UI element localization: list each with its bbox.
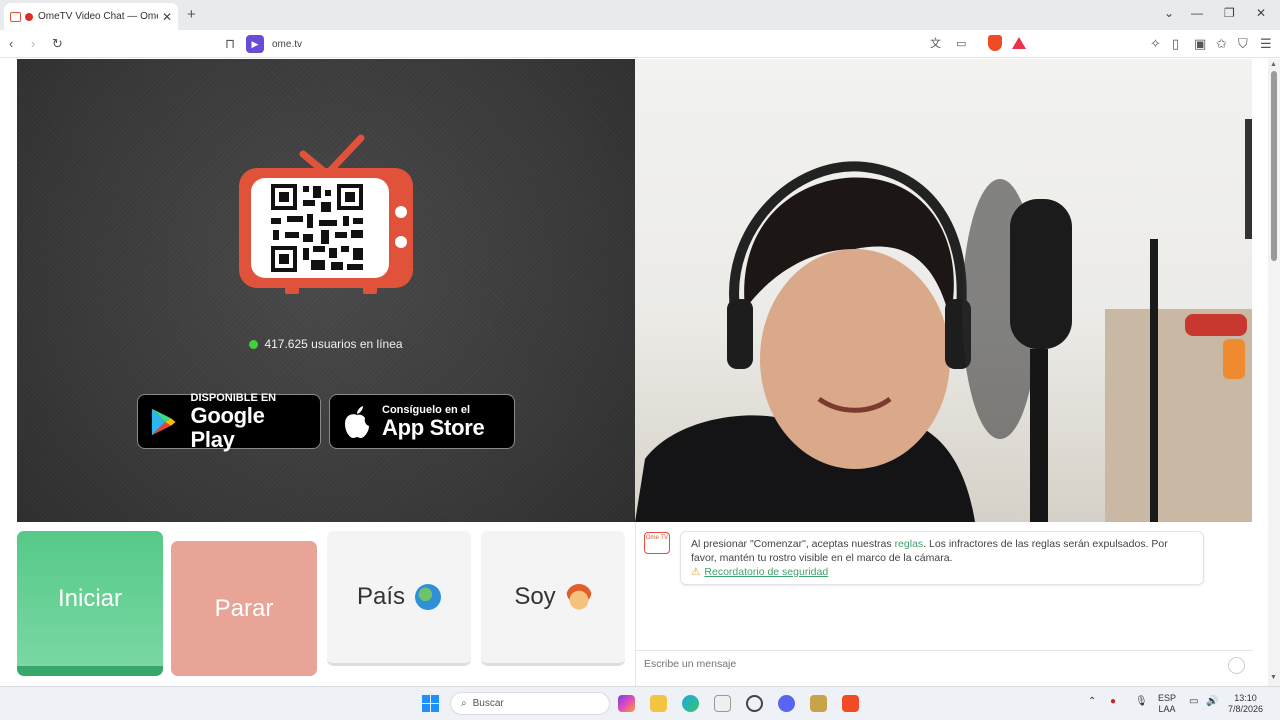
- chat-panel: Ome TV Al presionar "Comenzar", aceptas …: [635, 522, 1253, 686]
- page-scrollbar[interactable]: ▲ ▼: [1268, 59, 1280, 686]
- brave-rewards-icon[interactable]: [1012, 37, 1026, 49]
- minimize-button[interactable]: —: [1191, 6, 1203, 20]
- brave-taskbar-icon[interactable]: [842, 695, 859, 712]
- vpn-icon[interactable]: ⛉: [1238, 36, 1248, 52]
- message-input[interactable]: [644, 658, 1204, 670]
- chat-input-bar: [636, 650, 1253, 680]
- maximize-button[interactable]: ❐: [1224, 6, 1235, 20]
- gender-label: Soy: [514, 583, 556, 610]
- globe-icon: [415, 584, 442, 610]
- clock-date: 7/8/2026: [1228, 704, 1264, 714]
- translate-icon[interactable]: 文: [930, 36, 941, 52]
- close-tab-icon[interactable]: ✕: [162, 10, 172, 24]
- boy-face-icon: [565, 584, 592, 610]
- back-icon[interactable]: ‹: [9, 36, 13, 52]
- tab-search-icon[interactable]: ⌄: [1164, 6, 1174, 20]
- brave-shields-icon[interactable]: [988, 35, 1002, 51]
- clock-time: 13:10: [1234, 693, 1257, 703]
- rules-prefix: Al presionar "Comenzar", aceptas nuestra…: [691, 538, 895, 550]
- tray-app-icon[interactable]: ●: [1110, 696, 1116, 707]
- edge-icon[interactable]: [682, 695, 699, 712]
- users-online-status: 417.625 usuarios en línea: [17, 337, 635, 351]
- start-button[interactable]: Iniciar: [17, 531, 163, 676]
- taskbar-search[interactable]: ⌕ Buscar: [450, 692, 610, 715]
- snipping-tool-icon[interactable]: [746, 695, 763, 712]
- cast-icon[interactable]: ▭: [956, 36, 966, 52]
- windows-taskbar: ⌕ Buscar ⌃ ● 🎙 ESP LAA ▭ 🔊 13:10 7/8/202…: [0, 686, 1280, 720]
- warning-icon: ⚠: [691, 566, 701, 578]
- google-play-big-text: Google Play: [190, 402, 265, 452]
- leo-ai-icon[interactable]: ✩: [1216, 36, 1227, 52]
- country-label: País: [356, 583, 406, 610]
- microsoft-store-icon[interactable]: [714, 695, 731, 712]
- extensions-icon[interactable]: ✧: [1150, 36, 1161, 52]
- self-camera-video: [635, 59, 1252, 522]
- volume-icon[interactable]: 🔊: [1206, 696, 1218, 707]
- google-play-icon: [151, 408, 176, 435]
- tab-strip: OmeTV Video Chat — Omegl ✕ + ⌄ — ❐ ✕: [0, 0, 1280, 30]
- tray-chevron-icon[interactable]: ⌃: [1088, 696, 1096, 707]
- qr-tv-icon: [239, 134, 413, 294]
- clock[interactable]: 13:10 7/8/2026: [1228, 693, 1263, 715]
- tab-title: OmeTV Video Chat — Omegl: [38, 11, 158, 22]
- page: 417.625 usuarios en línea DISPONIBLE EN …: [0, 59, 1280, 686]
- video-site-icon: ▶: [246, 35, 264, 53]
- sidebar-icon[interactable]: ▯: [1172, 36, 1179, 52]
- network-icon[interactable]: ▭: [1189, 696, 1198, 707]
- google-play-small-text: DISPONIBLE EN: [190, 391, 277, 404]
- recording-icon: [25, 12, 33, 21]
- app-store-big-text: App Store: [382, 414, 485, 440]
- forward-icon[interactable]: ›: [31, 36, 35, 52]
- start-label: Iniciar: [57, 584, 123, 612]
- gender-button[interactable]: Soy: [481, 531, 625, 666]
- country-filter-button[interactable]: País: [327, 531, 471, 666]
- search-icon: ⌕: [461, 698, 467, 709]
- google-play-button[interactable]: DISPONIBLE EN Google Play: [137, 391, 321, 452]
- emoji-icon[interactable]: [1228, 657, 1245, 674]
- app-store-small-text: Consíguelo en el: [382, 403, 471, 416]
- wallet-icon[interactable]: ▣: [1194, 36, 1206, 52]
- system-message: Al presionar "Comenzar", aceptas nuestra…: [680, 531, 1204, 585]
- rules-link[interactable]: reglas: [895, 538, 924, 550]
- app-store-button[interactable]: Consíguelo en el App Store: [329, 394, 515, 449]
- safety-reminder-link[interactable]: Recordatorio de seguridad: [704, 566, 828, 578]
- ometv-avatar: Ome TV: [644, 532, 670, 554]
- reload-icon[interactable]: ↻: [52, 36, 63, 52]
- browser-toolbar: ‹ › ↻ ⊓ ▶ ome.tv 文 ▭ ✧ ▯ ▣ ✩ ⛉ ☰: [0, 30, 1280, 58]
- search-placeholder: Buscar: [472, 698, 504, 709]
- menu-icon[interactable]: ☰: [1260, 36, 1272, 52]
- new-tab-button[interactable]: +: [187, 6, 196, 23]
- online-dot-icon: [249, 340, 259, 349]
- language-indicator[interactable]: ESP LAA: [1158, 693, 1176, 715]
- language-code: ESP: [1158, 693, 1177, 703]
- stop-label: Parar: [214, 594, 274, 622]
- tv-favicon-icon: [10, 11, 21, 22]
- address-bar[interactable]: ▶ ome.tv: [246, 33, 1032, 55]
- partner-video-placeholder: 417.625 usuarios en línea DISPONIBLE EN …: [17, 59, 635, 522]
- scrollbar-thumb[interactable]: [1271, 71, 1277, 261]
- bookmark-icon[interactable]: ⊓: [225, 36, 235, 52]
- apple-icon: [345, 405, 369, 438]
- close-window-button[interactable]: ✕: [1256, 6, 1266, 20]
- scroll-up-icon[interactable]: ▲: [1270, 61, 1277, 68]
- scroll-down-icon[interactable]: ▼: [1270, 674, 1277, 681]
- url-text: ome.tv: [272, 38, 303, 50]
- users-online-count: 417.625 usuarios en línea: [264, 337, 403, 351]
- file-explorer-icon[interactable]: [650, 695, 667, 712]
- app-icon[interactable]: [810, 695, 827, 712]
- browser-tab[interactable]: OmeTV Video Chat — Omegl ✕: [4, 3, 178, 30]
- start-menu-icon[interactable]: [422, 695, 439, 712]
- discord-icon[interactable]: [778, 695, 795, 712]
- stop-button[interactable]: Parar: [171, 541, 317, 676]
- copilot-icon[interactable]: [618, 695, 635, 712]
- rules-message: Al presionar "Comenzar", aceptas nuestra…: [691, 537, 1193, 565]
- camera-feed-image: [635, 119, 1252, 522]
- keyboard-layout: LAA: [1158, 704, 1176, 714]
- microphone-icon[interactable]: 🎙: [1135, 696, 1148, 707]
